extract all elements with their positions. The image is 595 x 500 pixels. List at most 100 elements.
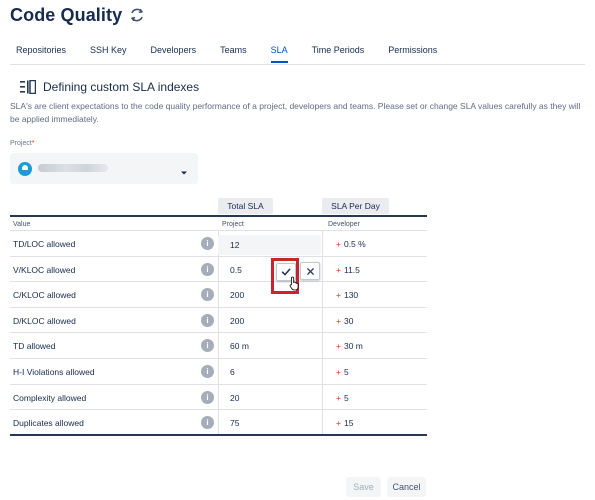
cancel-edit-button[interactable]: [300, 262, 320, 280]
developer-sla-value[interactable]: +30 m: [336, 341, 363, 351]
row-label: Duplicates allowed: [13, 418, 84, 429]
info-icon[interactable]: i: [201, 339, 214, 353]
tab-ssh-key[interactable]: SSH Key: [90, 44, 127, 64]
info-icon[interactable]: i: [201, 237, 214, 250]
save-button[interactable]: Save: [346, 477, 381, 497]
developer-sla-value[interactable]: +5: [336, 393, 349, 403]
project-label-text: Project: [10, 140, 32, 147]
row-label: C/KLOC allowed: [13, 290, 76, 301]
row-label: Complexity allowed: [13, 392, 87, 403]
developer-sla-text: 5: [343, 392, 349, 403]
column-divider: [218, 358, 219, 384]
info-icon[interactable]: i: [201, 262, 214, 276]
project-sla-input[interactable]: [218, 235, 321, 255]
row-label: V/KLOC allowed: [13, 264, 76, 275]
tab-developers[interactable]: Developers: [151, 44, 197, 64]
project-sla-value[interactable]: 75: [230, 418, 239, 428]
row-label: TD allowed: [13, 341, 56, 352]
chevron-down-icon: [180, 164, 188, 175]
table-row: C/KLOC allowed i 200 +130: [10, 282, 427, 308]
column-header-value: Value: [13, 221, 31, 228]
cancel-button[interactable]: Cancel: [387, 477, 426, 497]
developer-sla-value[interactable]: +15: [336, 418, 353, 428]
column-divider: [218, 256, 219, 282]
plus-sign: +: [336, 264, 341, 275]
project-sla-value[interactable]: 60 m: [230, 341, 249, 351]
pointer-cursor-icon: [289, 276, 300, 291]
column-divider: [322, 282, 323, 307]
row-label: D/KLOC allowed: [13, 315, 76, 326]
column-divider: [218, 410, 219, 434]
developer-sla-value[interactable]: +30: [336, 316, 353, 326]
tab-sla[interactable]: SLA: [270, 44, 288, 64]
row-label: H-I Violations allowed: [13, 366, 95, 377]
project-sla-value[interactable]: 0.5: [230, 265, 242, 275]
project-field-label: Project*: [10, 140, 35, 147]
tab-bar: Repositories SSH Key Developers Teams SL…: [16, 44, 461, 64]
project-sla-value[interactable]: 200: [230, 316, 244, 326]
column-header-developer: Developer: [328, 221, 360, 228]
plus-sign: +: [336, 315, 341, 326]
column-divider: [322, 384, 323, 410]
column-divider: [322, 410, 323, 434]
column-divider: [322, 307, 323, 333]
plus-sign: +: [336, 239, 341, 249]
plus-sign: +: [336, 341, 341, 352]
table-row: D/KLOC allowed i 200 +30: [10, 307, 427, 334]
tab-teams[interactable]: Teams: [220, 44, 247, 64]
table-header: Value Project Developer: [10, 215, 427, 231]
project-sla-value[interactable]: 20: [230, 393, 239, 403]
sla-table: Value Project Developer TD/LOC allowed i…: [10, 215, 427, 436]
developer-sla-text: 11.5: [343, 264, 360, 275]
column-divider: [322, 231, 323, 256]
developer-sla-text: 5: [343, 366, 349, 377]
refresh-icon[interactable]: [128, 6, 146, 24]
plus-sign: +: [336, 418, 341, 429]
developer-sla-value[interactable]: +130: [336, 290, 358, 300]
list-settings-icon: [20, 79, 37, 95]
developer-sla-value[interactable]: +0.5 %: [336, 239, 366, 249]
project-sla-value[interactable]: 6: [230, 367, 235, 377]
info-icon[interactable]: i: [201, 288, 214, 302]
developer-sla-value[interactable]: +11.5: [336, 265, 360, 275]
developer-sla-text: 30 m: [343, 341, 363, 352]
project-avatar: [18, 162, 32, 176]
close-icon: [306, 267, 314, 275]
required-mark: *: [31, 140, 35, 147]
info-icon[interactable]: i: [201, 390, 214, 404]
project-sla-value[interactable]: 200: [230, 290, 244, 300]
column-divider: [218, 282, 219, 307]
plus-sign: +: [336, 290, 341, 301]
tab-repositories[interactable]: Repositories: [16, 44, 66, 64]
table-row: V/KLOC allowed i 0.5 +11.5: [10, 256, 427, 283]
sla-per-day-header: SLA Per Day: [322, 198, 389, 214]
section-description: SLA's are client expectations to the cod…: [10, 101, 581, 124]
table-row: TD allowed i 60 m +30 m: [10, 333, 427, 359]
page-title: Code Quality: [10, 4, 123, 25]
table-row: H-I Violations allowed i 6 +5: [10, 358, 427, 385]
table-row: Complexity allowed i 20 +5: [10, 384, 427, 411]
info-icon[interactable]: i: [201, 313, 214, 327]
developer-sla-text: 130: [343, 290, 359, 301]
column-divider: [218, 384, 219, 410]
column-divider: [218, 307, 219, 333]
project-select[interactable]: [10, 153, 198, 184]
developer-sla-text: 15: [343, 418, 354, 429]
section-header: Defining custom SLA indexes: [20, 79, 200, 95]
info-icon[interactable]: i: [201, 364, 214, 378]
section-heading: Defining custom SLA indexes: [43, 80, 200, 94]
developer-sla-text: 30: [343, 315, 354, 326]
table-row: Duplicates allowed i 75 +15: [10, 410, 427, 436]
info-icon[interactable]: i: [201, 416, 214, 430]
column-divider: [322, 333, 323, 358]
developer-sla-value[interactable]: +5: [336, 367, 349, 377]
column-divider: [218, 333, 219, 358]
column-divider: [322, 358, 323, 384]
total-sla-header: Total SLA: [218, 198, 273, 214]
tab-divider: [10, 64, 585, 65]
tab-permissions[interactable]: Permissions: [388, 44, 437, 64]
developer-sla-text: 0.5 %: [343, 239, 366, 249]
table-row: TD/LOC allowed i +0.5 %: [10, 231, 427, 257]
column-divider: [322, 256, 323, 282]
tab-time-periods[interactable]: Time Periods: [312, 44, 365, 64]
